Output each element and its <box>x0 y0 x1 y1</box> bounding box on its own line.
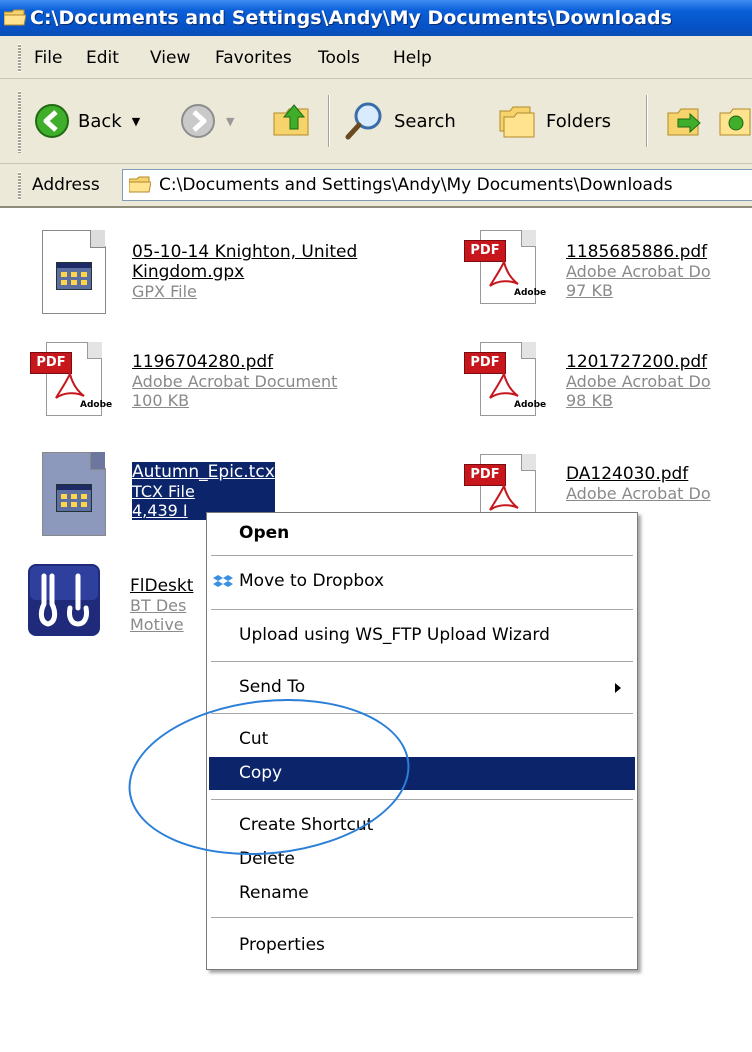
pdf-banner: PDF <box>30 352 72 374</box>
up-folder-icon <box>273 104 309 136</box>
address-label: Address <box>32 175 100 195</box>
file-type: BT Des <box>130 596 187 615</box>
pdf-file-icon: PDF Adobe <box>30 338 112 418</box>
file-size: 97 KB <box>566 281 613 300</box>
address-bar: Address C:\Documents and Settings\Andy\M… <box>0 164 752 208</box>
pdf-file-icon: PDF Adobe <box>464 338 546 418</box>
up-folder-button[interactable] <box>272 99 316 139</box>
file-name: 1201727200.pdf <box>566 352 708 372</box>
toolbar-separator <box>328 95 330 147</box>
menu-open[interactable]: Open <box>209 517 635 550</box>
menu-edit[interactable]: Edit <box>86 48 119 68</box>
file-name: FlDeskt <box>130 576 194 596</box>
forward-button[interactable]: ▼ <box>180 103 234 139</box>
file-name: DA124030.pdf <box>566 464 689 484</box>
menu-move-to-dropbox[interactable]: Move to Dropbox <box>209 565 635 598</box>
title-bar: C:\Documents and Settings\Andy\My Docume… <box>0 0 752 36</box>
menu-bar: File Edit View Favorites Tools Help <box>0 36 752 79</box>
tcx-file-icon <box>36 452 108 538</box>
adobe-label: Adobe <box>514 400 547 410</box>
menu-file[interactable]: File <box>34 48 62 68</box>
move-to-icon <box>667 108 701 136</box>
gpx-file-icon <box>36 230 108 316</box>
menu-favorites[interactable]: Favorites <box>215 48 292 68</box>
file-size: 98 KB <box>566 391 613 410</box>
menu-separator <box>211 661 633 662</box>
adobe-label: Adobe <box>80 400 113 410</box>
file-type: Adobe Acrobat Do <box>566 484 711 503</box>
file-type: Adobe Acrobat Document <box>132 372 338 391</box>
back-label: Back <box>78 110 122 132</box>
pdf-file-icon: PDF Adobe <box>464 226 546 306</box>
folders-icon <box>499 106 535 138</box>
adobe-label: Adobe <box>514 288 547 298</box>
menu-help[interactable]: Help <box>393 48 432 68</box>
tools-app-icon <box>28 564 100 636</box>
file-size: 100 KB <box>132 391 190 410</box>
file-name: 1196704280.pdf <box>132 352 274 372</box>
file-type: TCX File <box>132 482 275 501</box>
forward-dropdown-icon[interactable]: ▼ <box>226 115 234 128</box>
address-value: C:\Documents and Settings\Andy\My Docume… <box>159 175 673 195</box>
file-name: 1185685886.pdf <box>566 242 708 262</box>
file-name: Autumn_Epic.tcx <box>132 462 275 482</box>
menu-ws-ftp-upload[interactable]: Upload using WS_FTP Upload Wizard <box>209 619 635 652</box>
window-title: C:\Documents and Settings\Andy\My Docume… <box>30 7 672 29</box>
file-type: Adobe Acrobat Do <box>566 262 711 281</box>
menu-view[interactable]: View <box>150 48 190 68</box>
file-company: Motive <box>130 615 184 634</box>
menu-separator <box>211 917 633 918</box>
file-type: GPX File <box>132 282 197 301</box>
folders-button[interactable]: Folders <box>496 101 611 141</box>
pdf-banner: PDF <box>464 352 506 374</box>
search-icon <box>345 102 382 140</box>
move-to-button[interactable] <box>664 101 708 141</box>
menu-separator <box>211 555 633 556</box>
folder-icon <box>129 176 151 193</box>
menu-separator <box>211 609 633 610</box>
back-arrow-icon <box>35 104 69 138</box>
dropbox-icon <box>213 575 233 587</box>
toolbar-separator <box>646 95 648 147</box>
copy-to-icon <box>719 108 751 136</box>
back-dropdown-icon[interactable]: ▼ <box>132 115 140 128</box>
copy-to-button[interactable] <box>716 101 752 141</box>
toolbar-grip[interactable] <box>18 91 21 153</box>
file-type: Adobe Acrobat Do <box>566 372 711 391</box>
submenu-arrow-icon <box>615 683 621 693</box>
menu-tools[interactable]: Tools <box>318 48 360 68</box>
standard-toolbar: Back ▼ ▼ Search Folders <box>0 79 752 164</box>
search-label: Search <box>394 110 456 132</box>
folder-icon <box>4 9 26 26</box>
menubar-grip[interactable] <box>18 44 21 72</box>
menu-properties[interactable]: Properties <box>209 929 635 962</box>
pdf-banner: PDF <box>464 240 506 262</box>
back-button[interactable]: Back ▼ <box>34 103 140 139</box>
search-button[interactable]: Search <box>344 101 456 141</box>
address-field[interactable]: C:\Documents and Settings\Andy\My Docume… <box>122 169 752 201</box>
forward-arrow-icon <box>181 104 215 138</box>
file-name: 05-10-14 Knighton, United <box>132 242 358 262</box>
menu-rename[interactable]: Rename <box>209 877 635 910</box>
address-grip[interactable] <box>18 172 21 200</box>
folders-label: Folders <box>546 110 612 132</box>
file-name-cont: Kingdom.gpx <box>132 262 245 282</box>
pdf-banner: PDF <box>464 464 506 486</box>
